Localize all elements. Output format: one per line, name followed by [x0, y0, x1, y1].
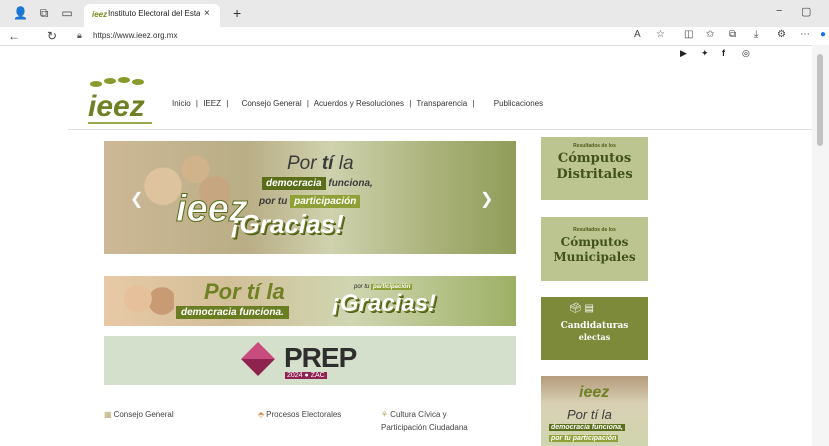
prep-year: 2024 ● ZAC	[285, 372, 327, 379]
procesos-icon: ⬘	[258, 410, 265, 419]
nav-separator: |	[195, 99, 198, 108]
nav-separator: |	[472, 99, 475, 108]
main-nav: Inicio | IEEZ | Consejo General | Acuerd…	[172, 99, 543, 108]
carousel-next-icon[interactable]: ❯	[480, 189, 493, 209]
card4-participacion: por tu participación	[549, 435, 619, 442]
browser-tab[interactable]: ieez Instituto Electoral del Estado de ×	[84, 4, 220, 27]
hero-democracia: democracia funciona,	[262, 177, 373, 190]
refresh-icon[interactable]: ↻	[47, 29, 57, 43]
card1-title-1: Cómputos	[557, 151, 632, 166]
header-divider	[68, 129, 812, 130]
card2-small: Resultados de los	[573, 227, 616, 233]
lock-icon[interactable]: 🔒︎	[77, 30, 82, 41]
extensions-icon[interactable]: ⚙	[777, 29, 786, 40]
cultura-icon: ⚘	[381, 410, 389, 419]
nav-acuerdos[interactable]: Acuerdos y Resoluciones	[314, 99, 404, 108]
card3-title-1: Candidaturas	[560, 321, 629, 331]
new-tab-icon[interactable]: +	[233, 5, 241, 21]
link-cultura-civica[interactable]: ⚘ Cultura Cívica y	[381, 410, 447, 419]
card2-title-2: Municipales	[553, 250, 636, 264]
banner2-por-ti: Por tí la	[204, 279, 285, 304]
collections-icon[interactable]: ⧉	[729, 29, 736, 40]
favorite-star-icon[interactable]: ☆	[656, 29, 665, 40]
facebook-icon[interactable]: f	[722, 48, 725, 58]
hero-por: Por	[287, 153, 322, 174]
ieez-favicon-icon: ieez	[92, 10, 108, 19]
more-menu-icon[interactable]: ⋯	[800, 29, 810, 40]
nav-consejo-general[interactable]: Consejo General	[242, 99, 302, 108]
copilot-icon[interactable]: ●	[820, 29, 826, 40]
svg-text:ieez: ieez	[88, 90, 145, 123]
hero-participacion: por tu participación	[259, 195, 361, 208]
link-cultura-line2[interactable]: Participación Ciudadana	[381, 423, 468, 432]
banner2-democracia: democracia funciona.	[176, 306, 289, 319]
nav-publicaciones[interactable]: Publicaciones	[494, 99, 543, 108]
nav-inicio[interactable]: Inicio	[172, 99, 191, 108]
ieez-logo[interactable]: ieez	[86, 76, 154, 131]
hero-democracia-word: democracia	[262, 177, 326, 190]
tab-title: Instituto Electoral del Estado de	[108, 9, 200, 18]
hero-gracias: ¡Gracias!	[231, 209, 344, 239]
prep-banner[interactable]: PREP 2024 ● ZAC	[104, 336, 516, 385]
hero-headline: Por tí la	[287, 153, 354, 175]
browser-title-bar: 👤 ⧉ ▭ ieez Instituto Electoral del Estad…	[0, 0, 829, 27]
carousel-prev-icon[interactable]: ❮	[130, 189, 143, 209]
hero-la: la	[333, 153, 354, 174]
maximize-icon[interactable]: ▢	[801, 5, 811, 18]
ballot-box-icon: 🗳︎ ▤	[569, 303, 594, 314]
favorites-icon[interactable]: ✩	[706, 29, 714, 40]
hero-por-tu: por tu	[259, 196, 291, 207]
address-bar-row: ← ↻ 🔒︎ https://www.ieez.org.mx A ☆ ◫ ✩ ⧉…	[0, 27, 829, 46]
card3-title-2: electas	[578, 332, 611, 342]
split-screen-icon[interactable]: ◫	[684, 29, 693, 40]
prep-diamond-icon	[241, 342, 275, 376]
consejo-icon: ▦	[104, 410, 112, 419]
scrollbar-thumb[interactable]	[817, 54, 823, 146]
card-computos-distritales[interactable]: Resultados de los Cómputos Distritales	[541, 137, 648, 200]
downloads-icon[interactable]: ⤓	[754, 29, 758, 40]
banner2-gracias: ¡Gracias!	[332, 290, 437, 317]
minimize-icon[interactable]: −	[776, 5, 782, 17]
read-aloud-icon[interactable]: A	[634, 29, 641, 40]
back-icon[interactable]: ←	[8, 29, 20, 43]
link-cultura-label-1: Cultura Cívica y	[390, 410, 447, 419]
link-procesos-label: Procesos Electorales	[266, 410, 342, 419]
card4-por-ti: Por tí la	[567, 407, 612, 422]
tab-close-icon[interactable]: ×	[204, 8, 210, 19]
nav-separator: |	[409, 99, 412, 108]
hero-participacion-word: participación	[290, 195, 361, 208]
url-field[interactable]: https://www.ieez.org.mx	[93, 31, 177, 40]
link-consejo-label: Consejo General	[113, 410, 174, 419]
card2-title-1: Cómputos	[560, 235, 629, 249]
card-computos-municipales[interactable]: Resultados de los Cómputos Municipales	[541, 217, 648, 281]
youtube-icon[interactable]: ▶	[680, 48, 687, 59]
gracias-banner[interactable]: Por tí la democracia funciona. por tu pa…	[104, 276, 516, 326]
tab-actions-icon[interactable]: ▭	[60, 6, 74, 20]
twitter-icon[interactable]: ✦	[701, 48, 709, 59]
card-candidaturas-electas[interactable]: 🗳︎ ▤ Candidaturas electas	[541, 297, 648, 360]
hero-carousel[interactable]: ieez Por tí la democracia funciona, por …	[104, 141, 516, 254]
nav-ieez[interactable]: IEEZ	[203, 99, 221, 108]
link-consejo-general[interactable]: ▦ Consejo General	[104, 410, 174, 419]
card4-democracia: democracia funciona,	[549, 424, 625, 431]
hero-funciona: funciona,	[325, 178, 373, 189]
instagram-icon[interactable]: ◎	[742, 48, 750, 59]
nav-separator: |	[226, 99, 229, 108]
card1-title-2: Distritales	[556, 167, 633, 182]
banner2-photo	[114, 276, 174, 326]
prep-title: PREP	[284, 342, 357, 373]
card4-logo: ieez	[579, 384, 610, 401]
nav-transparencia[interactable]: Transparencia	[416, 99, 467, 108]
link-procesos-electorales[interactable]: ⬘ Procesos Electorales	[258, 410, 341, 419]
profile-icon[interactable]: 👤	[13, 6, 28, 20]
card1-small: Resultados de los	[573, 143, 616, 149]
card-gracias-vertical[interactable]: ieez Por tí la democracia funciona, por …	[541, 376, 648, 446]
workspaces-icon[interactable]: ⧉	[37, 6, 51, 20]
hero-ti: tí	[321, 153, 334, 174]
nav-separator: |	[306, 99, 309, 108]
